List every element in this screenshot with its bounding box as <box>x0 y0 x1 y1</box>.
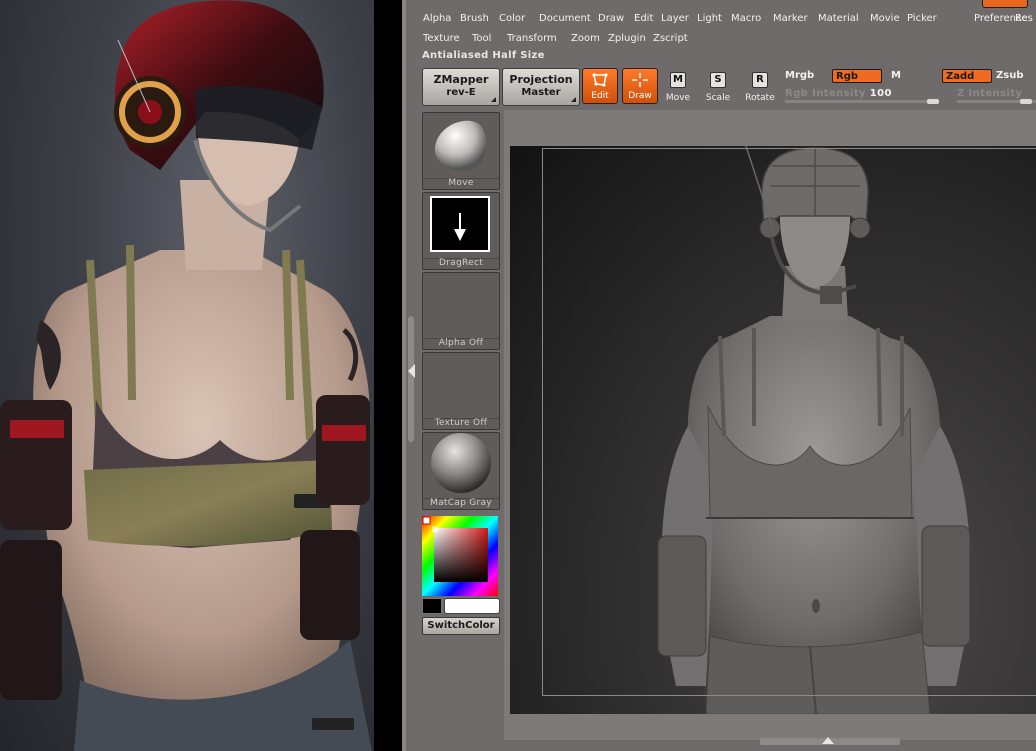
rgb-toggle[interactable]: Rgb <box>832 69 882 83</box>
color-wheel-icon <box>422 516 498 596</box>
brush-selector[interactable]: Move <box>422 112 500 190</box>
secondary-color-swatch[interactable] <box>444 598 500 614</box>
menu-alpha[interactable]: Alpha <box>423 13 451 24</box>
texture-name: Texture Off <box>434 418 488 428</box>
switch-color-button[interactable]: SwitchColor <box>422 617 500 635</box>
left-tray-grip[interactable] <box>408 316 414 442</box>
material-name: MatCap Gray <box>430 498 492 508</box>
menu-transform[interactable]: Transform <box>507 33 557 44</box>
edit-mode-label: Edit <box>591 91 609 101</box>
rgb-intensity-slider-label: Rgb Intensity 100 <box>785 88 892 99</box>
main-color-swatch[interactable] <box>422 598 442 614</box>
projection-master-button[interactable]: Projection Master <box>502 68 580 106</box>
rotate-label: Rotate <box>745 93 775 103</box>
rotate-key-icon: R <box>752 72 768 88</box>
rotate-mode-button[interactable]: R Rotate <box>742 70 778 104</box>
stroke-selector[interactable]: DragRect <box>422 192 500 270</box>
menu-light[interactable]: Light <box>697 13 722 24</box>
z-intensity-slider-knob[interactable] <box>1020 99 1032 104</box>
move-brush-icon <box>434 120 487 172</box>
document-status-title: Antialiased Half Size <box>422 50 545 61</box>
texture-selector[interactable]: Texture Off <box>422 352 500 430</box>
projection-label-1: Projection <box>509 73 573 86</box>
rendered-character-image <box>0 0 374 751</box>
zmapper-button[interactable]: ZMapper rev-E <box>422 68 500 106</box>
submenu-triangle-icon <box>571 97 576 102</box>
menu-render[interactable]: Re <box>1015 13 1028 24</box>
matcap-sphere-icon <box>431 433 491 493</box>
close-button[interactable] <box>982 0 1028 8</box>
menu-macro[interactable]: Macro <box>731 13 761 24</box>
rgb-intensity-value: 100 <box>869 88 892 99</box>
scale-mode-button[interactable]: S Scale <box>700 70 736 104</box>
rgb-intensity-slider-knob[interactable] <box>927 99 939 104</box>
panel-divider <box>374 0 402 751</box>
bottom-tray-grip[interactable] <box>760 737 900 745</box>
color-picker[interactable] <box>422 516 498 596</box>
menu-zoom[interactable]: Zoom <box>571 33 600 44</box>
draw-mode-button[interactable]: Draw <box>622 68 658 104</box>
z-intensity-label: Z Intensity <box>957 88 1023 99</box>
menu-picker[interactable]: Picker <box>907 13 937 24</box>
menu-draw[interactable]: Draw <box>598 13 624 24</box>
alpha-name: Alpha Off <box>438 338 484 348</box>
projection-label-2: Master <box>521 87 561 98</box>
rgb-intensity-label: Rgb Intensity <box>785 88 866 99</box>
menu-tool[interactable]: Tool <box>472 33 491 44</box>
draw-crosshair-icon <box>632 73 648 87</box>
edit-frame-icon <box>592 73 608 87</box>
menu-brush[interactable]: Brush <box>460 13 489 24</box>
canvas-document-border <box>542 148 1036 696</box>
scale-key-icon: S <box>710 72 726 88</box>
window-edge <box>402 0 406 751</box>
edit-mode-button[interactable]: Edit <box>582 68 618 104</box>
menu-texture[interactable]: Texture <box>423 33 460 44</box>
zmapper-label: ZMapper <box>433 73 489 86</box>
brush-name: Move <box>448 178 474 188</box>
zbrush-window: Alpha Brush Color Document Draw Edit Lay… <box>402 0 1036 751</box>
menu-layer[interactable]: Layer <box>661 13 689 24</box>
alpha-selector[interactable]: Alpha Off <box>422 272 500 350</box>
mrgb-toggle[interactable]: Mrgb <box>785 70 814 81</box>
zmapper-version: rev-E <box>446 87 476 98</box>
move-mode-button[interactable]: M Move <box>660 70 696 104</box>
menu-color[interactable]: Color <box>499 13 525 24</box>
menu-movie[interactable]: Movie <box>870 13 900 24</box>
menu-material[interactable]: Material <box>818 13 859 24</box>
submenu-triangle-icon <box>491 97 496 102</box>
menu-edit[interactable]: Edit <box>634 13 653 24</box>
drag-arrow-icon <box>430 196 490 252</box>
character-render-illustration <box>0 0 372 751</box>
m-toggle[interactable]: M <box>891 70 901 81</box>
zadd-toggle[interactable]: Zadd <box>942 69 992 83</box>
tray-collapse-arrow-icon[interactable] <box>408 364 415 378</box>
material-selector[interactable]: MatCap Gray <box>422 432 500 510</box>
move-label: Move <box>665 93 691 103</box>
menu-zplugin[interactable]: Zplugin <box>608 33 646 44</box>
zsub-toggle[interactable]: Zsub <box>996 70 1023 81</box>
menu-document[interactable]: Document <box>539 13 591 24</box>
move-key-icon: M <box>670 72 686 88</box>
menu-zscript[interactable]: Zscript <box>653 33 688 44</box>
menu-marker[interactable]: Marker <box>773 13 808 24</box>
draw-mode-label: Draw <box>628 91 652 101</box>
scale-label: Scale <box>705 93 731 103</box>
stroke-name: DragRect <box>438 258 484 268</box>
rgb-intensity-slider[interactable] <box>785 100 939 103</box>
